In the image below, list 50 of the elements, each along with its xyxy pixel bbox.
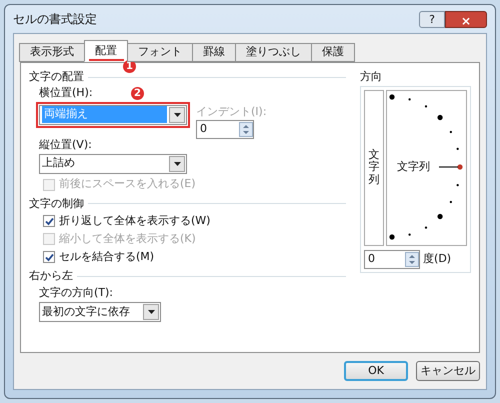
checkbox[interactable]	[43, 251, 55, 263]
dropdown-value: 最初の文字に依存	[41, 304, 131, 320]
checkbox-label: セルを結合する(M)	[59, 248, 154, 265]
dropdown[interactable]: 最初の文字に依存	[39, 302, 161, 322]
field-label: 横位置(H):	[39, 85, 94, 102]
orientation-dial[interactable]: 文字列	[386, 90, 467, 246]
field-label: インデント(I):	[196, 104, 267, 120]
window-title: セルの書式設定	[13, 11, 98, 28]
group-title: 文字の制御	[29, 196, 84, 212]
field-label: 縦位置(V):	[39, 137, 93, 153]
spinner-icon[interactable]	[405, 252, 420, 266]
checkmark-icon	[44, 252, 54, 262]
tab[interactable]: フォント	[127, 42, 193, 62]
checkmark-icon	[44, 216, 54, 226]
checkbox-label: 前後にスペースを入れる(E)	[59, 176, 196, 192]
checkbox-label: 縮小して全体を表示する(K)	[59, 230, 196, 247]
spinner-icon[interactable]	[239, 122, 253, 137]
tab[interactable]: 表示形式	[19, 42, 85, 62]
dropdown-value: 両端揃え	[42, 106, 167, 123]
cancel-button[interactable]: キャンセル	[416, 361, 480, 381]
group-title: 右から左	[29, 268, 73, 284]
field-label: 文字の方向(T):	[39, 284, 114, 300]
tab[interactable]: 罫線	[192, 42, 236, 62]
highlight-underline	[89, 59, 124, 61]
vertical-text-button[interactable]: 文字列	[364, 90, 384, 246]
number-field[interactable]: 0	[364, 250, 420, 268]
tab[interactable]: 保護	[311, 42, 355, 62]
caret-icon	[174, 162, 180, 166]
help-button[interactable]: ?	[419, 10, 445, 28]
dropdown-arrow-button[interactable]	[169, 156, 185, 172]
callout-number: 2	[131, 87, 144, 100]
group-title: 方向	[360, 69, 384, 85]
field-value: 0	[199, 121, 208, 138]
caret-icon	[174, 112, 180, 116]
ok-button[interactable]: OK	[344, 361, 408, 381]
dropdown-value: 上詰め	[41, 155, 76, 172]
dial-text: 文字列	[397, 158, 430, 174]
dropdown-arrow-button[interactable]	[143, 304, 159, 320]
field-label: 度(D)	[423, 250, 452, 267]
checkbox-label: 折り返して全体を表示する(W)	[59, 212, 210, 229]
tab[interactable]: 配置	[84, 40, 128, 62]
dropdown[interactable]: 上詰め	[39, 154, 187, 174]
field-value: 0	[367, 250, 376, 267]
checkbox[interactable]	[43, 215, 55, 227]
dropdown-arrow-button[interactable]	[169, 106, 185, 122]
close-button[interactable]: ×	[445, 10, 487, 28]
number-field[interactable]: 0	[196, 120, 254, 139]
caret-icon	[148, 310, 154, 314]
tab[interactable]: 塗りつぶし	[235, 42, 312, 62]
group-title: 文字の配置	[29, 69, 84, 85]
